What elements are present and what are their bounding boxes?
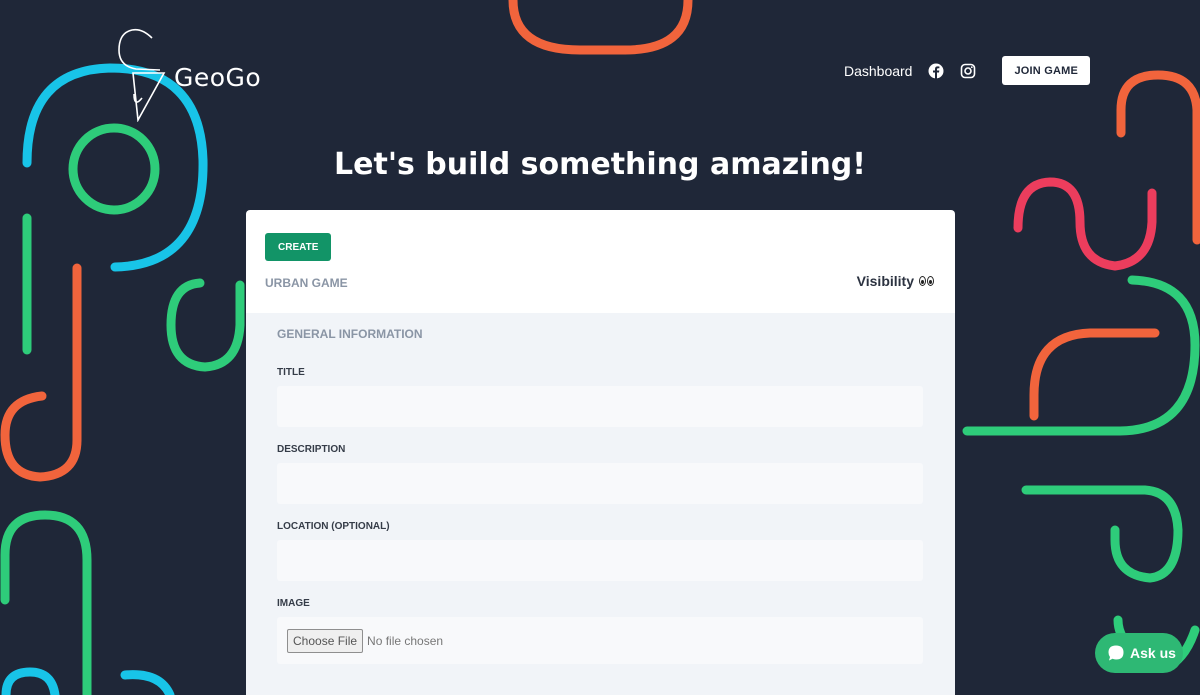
description-input[interactable] — [277, 463, 923, 504]
facebook-icon[interactable] — [928, 63, 944, 79]
eyes-icon — [919, 276, 935, 286]
image-file-field: Choose File No file chosen — [277, 617, 923, 664]
game-type-label: URBAN GAME — [265, 276, 348, 290]
image-label: IMAGE — [277, 598, 310, 609]
join-game-button[interactable]: JOIN GAME — [1002, 56, 1090, 85]
choose-file-button[interactable]: Choose File — [287, 628, 364, 653]
create-game-card: CREATE URBAN GAME Visibility GENERAL INF… — [246, 210, 955, 695]
section-title: GENERAL INFORMATION — [277, 327, 423, 341]
geogo-pin-icon — [118, 28, 166, 122]
top-navigation: Dashboard JOIN GAME — [844, 56, 1090, 85]
instagram-icon[interactable] — [960, 63, 976, 79]
nav-dashboard-link[interactable]: Dashboard — [844, 63, 913, 79]
visibility-toggle[interactable]: Visibility — [857, 273, 935, 289]
title-input[interactable] — [277, 386, 923, 427]
visibility-label: Visibility — [856, 273, 914, 289]
ask-us-label: Ask us — [1130, 645, 1176, 661]
file-status: No file chosen — [367, 633, 444, 648]
brand-name: GeoGo — [174, 63, 262, 92]
chat-bubble-icon — [1108, 645, 1124, 661]
page-headline: Let's build something amazing! — [334, 147, 866, 182]
title-label: TITLE — [277, 367, 305, 378]
location-label: LOCATION (OPTIONAL) — [277, 521, 390, 532]
ask-us-chat-button[interactable]: Ask us — [1095, 633, 1183, 673]
create-button[interactable]: CREATE — [265, 233, 332, 261]
description-label: DESCRIPTION — [277, 444, 346, 455]
card-form: GENERAL INFORMATION TITLE DESCRIPTION LO… — [246, 313, 955, 695]
brand-logo[interactable]: GeoGo — [112, 26, 261, 122]
card-header: CREATE URBAN GAME Visibility — [246, 210, 955, 313]
location-input[interactable] — [277, 540, 923, 581]
